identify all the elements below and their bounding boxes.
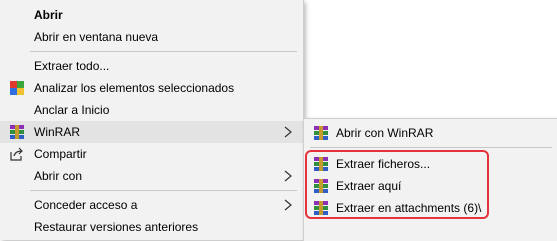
winrar-icon [313, 125, 329, 141]
submenu-item-open-winrar[interactable]: Abrir con WinRAR [304, 122, 557, 144]
menu-item-label: Anclar a Inicio [34, 103, 110, 117]
menu-item-extract-all[interactable]: Extraer todo... [0, 55, 303, 77]
menu-item-winrar[interactable]: WinRAR [0, 121, 303, 143]
menu-item-open-new-window[interactable]: Abrir en ventana nueva [0, 26, 303, 48]
menu-item-label: Abrir con [34, 169, 83, 183]
menu-item-restore-versions[interactable]: Restaurar versiones anteriores [0, 216, 303, 238]
chevron-right-icon [281, 168, 295, 184]
menu-item-analyze[interactable]: Analizar los elementos seleccionados [0, 77, 303, 99]
highlight-annotation-box [305, 150, 489, 219]
menu-item-label: Conceder acceso a [34, 198, 138, 212]
menu-item-open[interactable]: Abrir [0, 4, 303, 26]
menu-item-label: Abrir [34, 8, 63, 22]
share-icon [9, 146, 25, 162]
menu-item-label: Extraer todo... [34, 59, 110, 73]
menu-item-pin-start[interactable]: Anclar a Inicio [0, 99, 303, 121]
submenu-item-label: Abrir con WinRAR [336, 126, 434, 140]
chevron-right-icon [281, 197, 295, 213]
menu-item-label: Abrir en ventana nueva [34, 30, 159, 44]
menu-item-grant-access[interactable]: Conceder acceso a [0, 194, 303, 216]
winrar-icon [9, 124, 25, 140]
menu-separator [30, 190, 297, 191]
menu-separator [30, 51, 297, 52]
context-menu: Abrir Abrir en ventana nueva Extraer tod… [0, 0, 304, 240]
menu-item-label: Restaurar versiones anteriores [34, 220, 199, 234]
chevron-right-icon [281, 124, 295, 140]
menu-item-label: WinRAR [34, 125, 81, 139]
menu-item-open-with[interactable]: Abrir con [0, 165, 303, 187]
menu-item-label: Analizar los elementos seleccionados [34, 81, 235, 95]
menu-separator [310, 147, 552, 148]
menu-item-label: Compartir [34, 147, 87, 161]
menu-item-share[interactable]: Compartir [0, 143, 303, 165]
antivirus-icon [9, 80, 25, 96]
desktop-background [303, 0, 557, 118]
